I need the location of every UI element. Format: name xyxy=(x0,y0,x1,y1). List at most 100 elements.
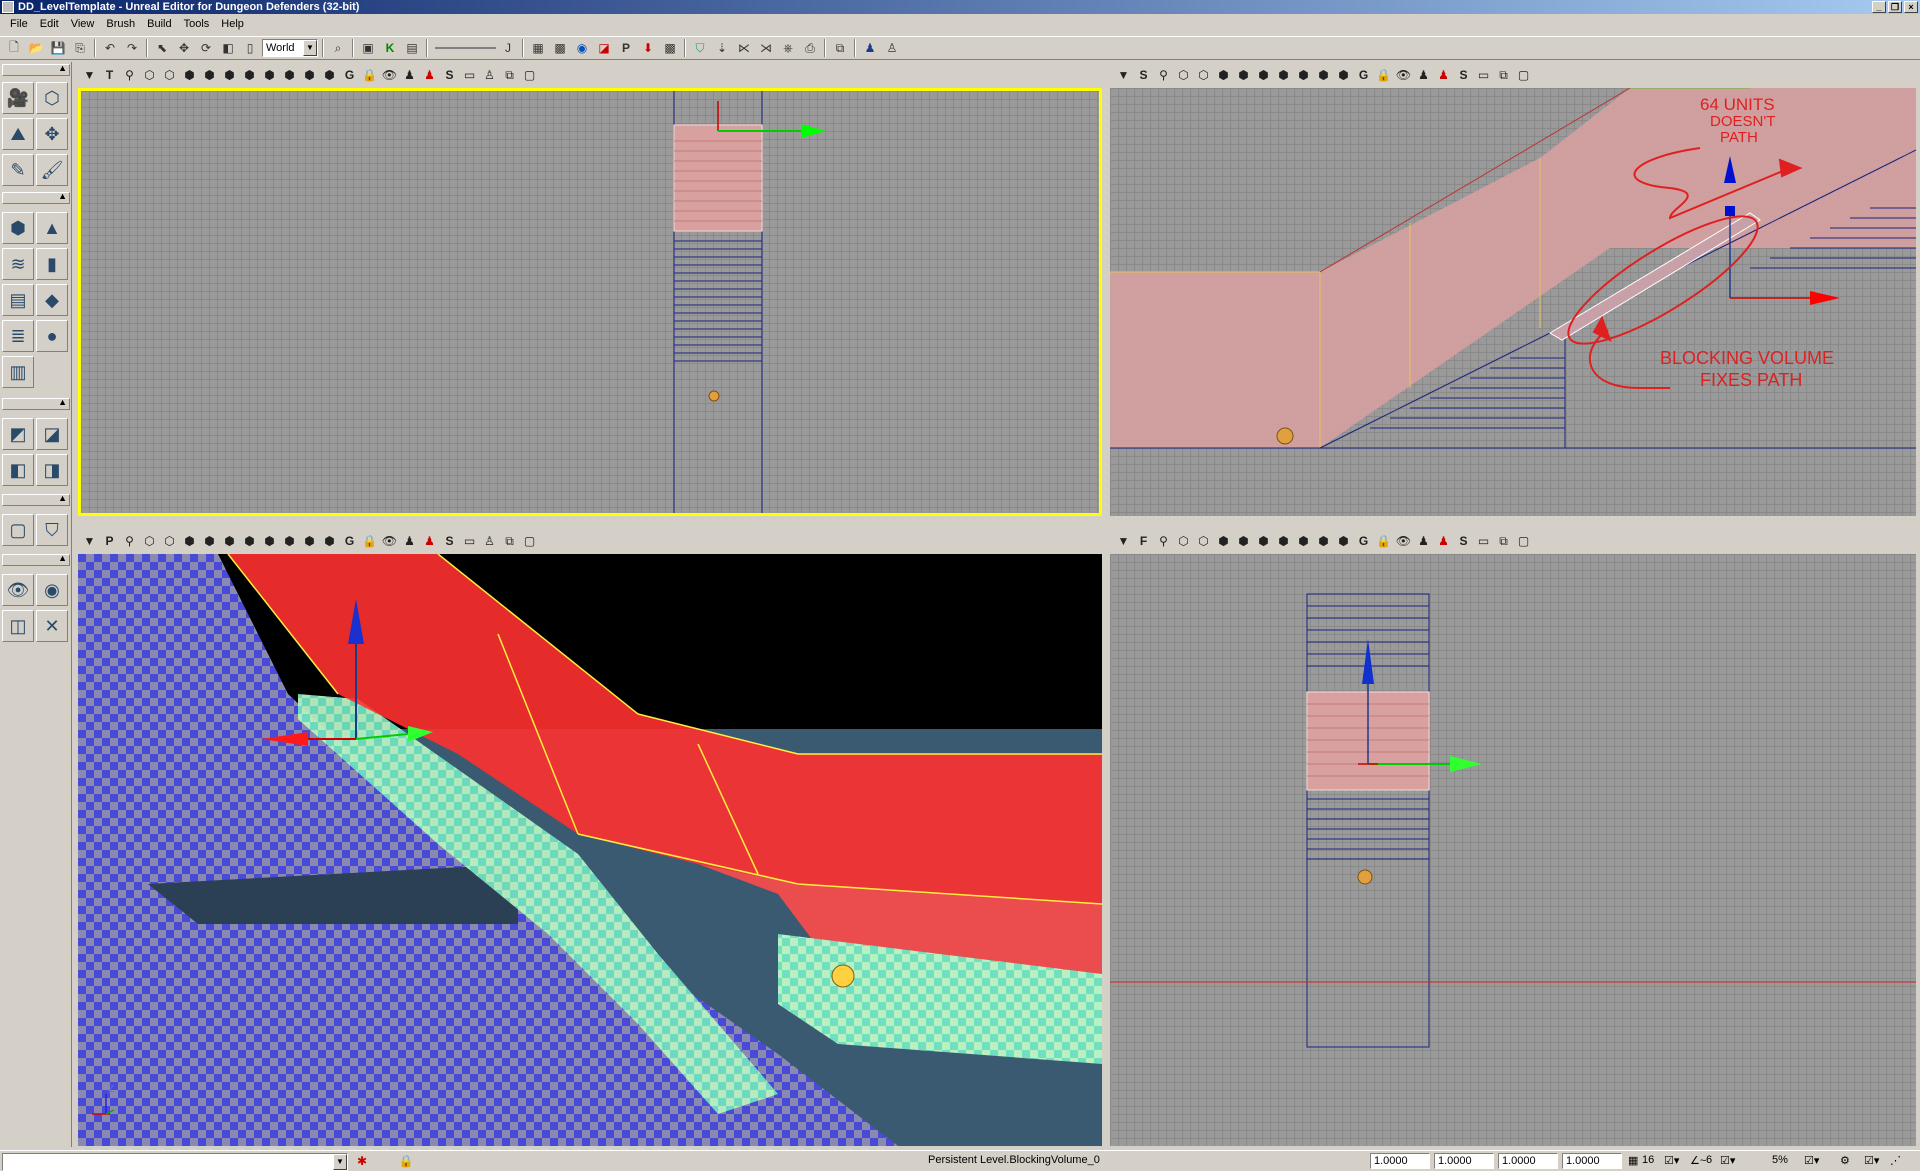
wireframe-icon[interactable]: ⬡ xyxy=(140,66,159,85)
spiral-stair-icon[interactable]: ≣ xyxy=(2,320,34,352)
play-in-editor-icon[interactable]: P xyxy=(616,38,636,58)
snap-edge-icon[interactable]: ⋊ xyxy=(756,38,776,58)
sheet-brush-icon[interactable]: ◆ xyxy=(36,284,68,316)
top-viewport[interactable] xyxy=(78,88,1102,516)
build-all-icon[interactable]: ⬇ xyxy=(638,38,658,58)
mesh-paint-icon[interactable]: 🖌 xyxy=(36,154,68,186)
game-view-toggle[interactable]: G xyxy=(1354,532,1373,551)
show-flags-icon[interactable]: ▭ xyxy=(1474,66,1493,85)
camera-icon[interactable]: ♙ xyxy=(480,532,499,551)
game-view-toggle[interactable]: G xyxy=(1354,66,1373,85)
eye-icon[interactable]: 👁 xyxy=(1394,66,1413,85)
shield-icon[interactable]: ⛉ xyxy=(690,38,710,58)
lock-icon[interactable]: 🔒 xyxy=(360,532,379,551)
viewport-type-letter[interactable]: S xyxy=(1134,66,1153,85)
viewport-menu-icon[interactable]: ▼ xyxy=(1114,532,1133,551)
lightmap-density-icon[interactable]: ⬢ xyxy=(320,66,339,85)
float-viewport-icon[interactable]: ⧉ xyxy=(500,66,519,85)
front-viewport[interactable] xyxy=(1110,554,1916,1146)
maximize-viewport-icon[interactable]: ⧉ xyxy=(830,38,850,58)
wireframe-icon[interactable]: ⬡ xyxy=(140,532,159,551)
viewport-menu-icon[interactable]: ▼ xyxy=(80,66,99,85)
actor-icon[interactable]: ♟ xyxy=(860,38,880,58)
menu-help[interactable]: Help xyxy=(215,15,250,33)
unlit-icon[interactable]: ⬢ xyxy=(180,532,199,551)
wireframe-icon[interactable]: ⬡ xyxy=(1174,66,1193,85)
build-cover-icon[interactable]: ◪ xyxy=(594,38,614,58)
shader-complexity-icon[interactable]: ⬢ xyxy=(1334,532,1353,551)
detail-lighting-icon[interactable]: ⬢ xyxy=(1254,66,1273,85)
show-flags-icon[interactable]: ▭ xyxy=(1474,532,1493,551)
actor-icon[interactable]: ♟ xyxy=(1414,532,1433,551)
viewport-pin-icon[interactable]: ⚲ xyxy=(120,532,139,551)
undo-icon[interactable]: ↶ xyxy=(100,38,120,58)
save-icon[interactable]: 💾 xyxy=(48,38,68,58)
lock-icon[interactable]: 🔒 xyxy=(1374,532,1393,551)
float-viewport-icon[interactable]: ⧉ xyxy=(500,532,519,551)
unlit-icon[interactable]: ⬢ xyxy=(1214,66,1233,85)
rotation-snap-value[interactable]: 6 xyxy=(1706,1154,1712,1166)
maximize-viewport-icon[interactable]: ▢ xyxy=(520,532,539,551)
curved-stair-icon[interactable]: ≋ xyxy=(2,248,34,280)
select-mode-icon[interactable]: ⬉ xyxy=(152,38,172,58)
unlit-icon[interactable]: ⬢ xyxy=(180,66,199,85)
brush-wire-icon[interactable]: ⬡ xyxy=(1194,66,1213,85)
cone-brush-icon[interactable]: ▲ xyxy=(36,212,68,244)
actor-red-icon[interactable]: ♟ xyxy=(420,532,439,551)
autosave-checkbox-icon[interactable]: ☑▾ xyxy=(1864,1154,1879,1167)
add-special-brush-icon[interactable]: ⛉ xyxy=(36,514,68,546)
brush-wire-icon[interactable]: ⬡ xyxy=(1194,532,1213,551)
rotate-mode-icon[interactable]: ⟳ xyxy=(196,38,216,58)
generic-browser-icon[interactable]: ▣ xyxy=(358,38,378,58)
viewport-pin-icon[interactable]: ⚲ xyxy=(1154,532,1173,551)
lighting-only-icon[interactable]: ⬢ xyxy=(1274,66,1293,85)
eye-icon[interactable]: 👁 xyxy=(380,532,399,551)
move-mode-icon[interactable]: ✥ xyxy=(36,118,68,150)
lighting-only-icon[interactable]: ⬢ xyxy=(240,66,259,85)
brush-wire-icon[interactable]: ⬡ xyxy=(160,532,179,551)
drag-grid-field-4[interactable]: 1.0000 xyxy=(1562,1153,1622,1169)
scale-nonuniform-icon[interactable]: ▯ xyxy=(240,38,260,58)
build-geometry-icon[interactable]: ▦ xyxy=(528,38,548,58)
volume-section-collapse[interactable] xyxy=(2,493,70,506)
csg-add-icon[interactable]: ◩ xyxy=(2,418,34,450)
detail-lighting-icon[interactable]: ⬢ xyxy=(1254,532,1273,551)
build-paths-icon[interactable]: ◉ xyxy=(572,38,592,58)
scale-snap-value[interactable]: 5% xyxy=(1772,1154,1788,1166)
menu-view[interactable]: View xyxy=(65,15,101,33)
build-lighting-icon[interactable]: ▩ xyxy=(550,38,570,58)
texture-density-icon[interactable]: ⬢ xyxy=(280,532,299,551)
drag-grid-field-1[interactable]: 1.0000 xyxy=(1370,1153,1430,1169)
lit-icon[interactable]: ⬢ xyxy=(1234,532,1253,551)
lock-icon[interactable]: 🔒 xyxy=(396,1151,416,1171)
menu-build[interactable]: Build xyxy=(141,15,177,33)
camera-icon[interactable]: ♙ xyxy=(480,66,499,85)
eye-icon[interactable]: 👁 xyxy=(380,66,399,85)
lit-icon[interactable]: ⬢ xyxy=(200,532,219,551)
lock-icon[interactable]: 🔒 xyxy=(360,66,379,85)
light-complexity-icon[interactable]: ⬢ xyxy=(260,66,279,85)
texture-density-icon[interactable]: ⬢ xyxy=(280,66,299,85)
menu-tools[interactable]: Tools xyxy=(178,15,216,33)
float-viewport-icon[interactable]: ⧉ xyxy=(1494,66,1513,85)
lock-icon[interactable]: 🔒 xyxy=(1374,66,1393,85)
modes-section-collapse[interactable] xyxy=(2,63,70,76)
terrain-mode-icon[interactable]: ⛰ xyxy=(2,118,34,150)
translate-mode-icon[interactable]: ✥ xyxy=(174,38,194,58)
actor-red-icon[interactable]: ♟ xyxy=(1434,66,1453,85)
csg-intersect-icon[interactable]: ◧ xyxy=(2,454,34,486)
pin-icon[interactable]: ⇣ xyxy=(712,38,732,58)
scale-checkbox-icon[interactable]: ☑▾ xyxy=(1804,1154,1819,1167)
select-invert-icon[interactable]: ◫ xyxy=(2,610,34,642)
viewport-pin-icon[interactable]: ⚲ xyxy=(120,66,139,85)
light-complexity-icon[interactable]: ⬢ xyxy=(260,532,279,551)
volumetric-brush-icon[interactable]: ▥ xyxy=(2,356,34,388)
lightmap-density-icon[interactable]: ⬢ xyxy=(320,532,339,551)
texture-density-icon[interactable]: ⬢ xyxy=(1314,532,1333,551)
menu-brush[interactable]: Brush xyxy=(100,15,141,33)
redo-icon[interactable]: ↷ xyxy=(122,38,142,58)
brushes-section-collapse[interactable] xyxy=(2,191,70,204)
show-all-icon[interactable]: ✕ xyxy=(36,610,68,642)
menu-edit[interactable]: Edit xyxy=(34,15,65,33)
perspective-viewport[interactable]: Z xyxy=(78,554,1102,1146)
